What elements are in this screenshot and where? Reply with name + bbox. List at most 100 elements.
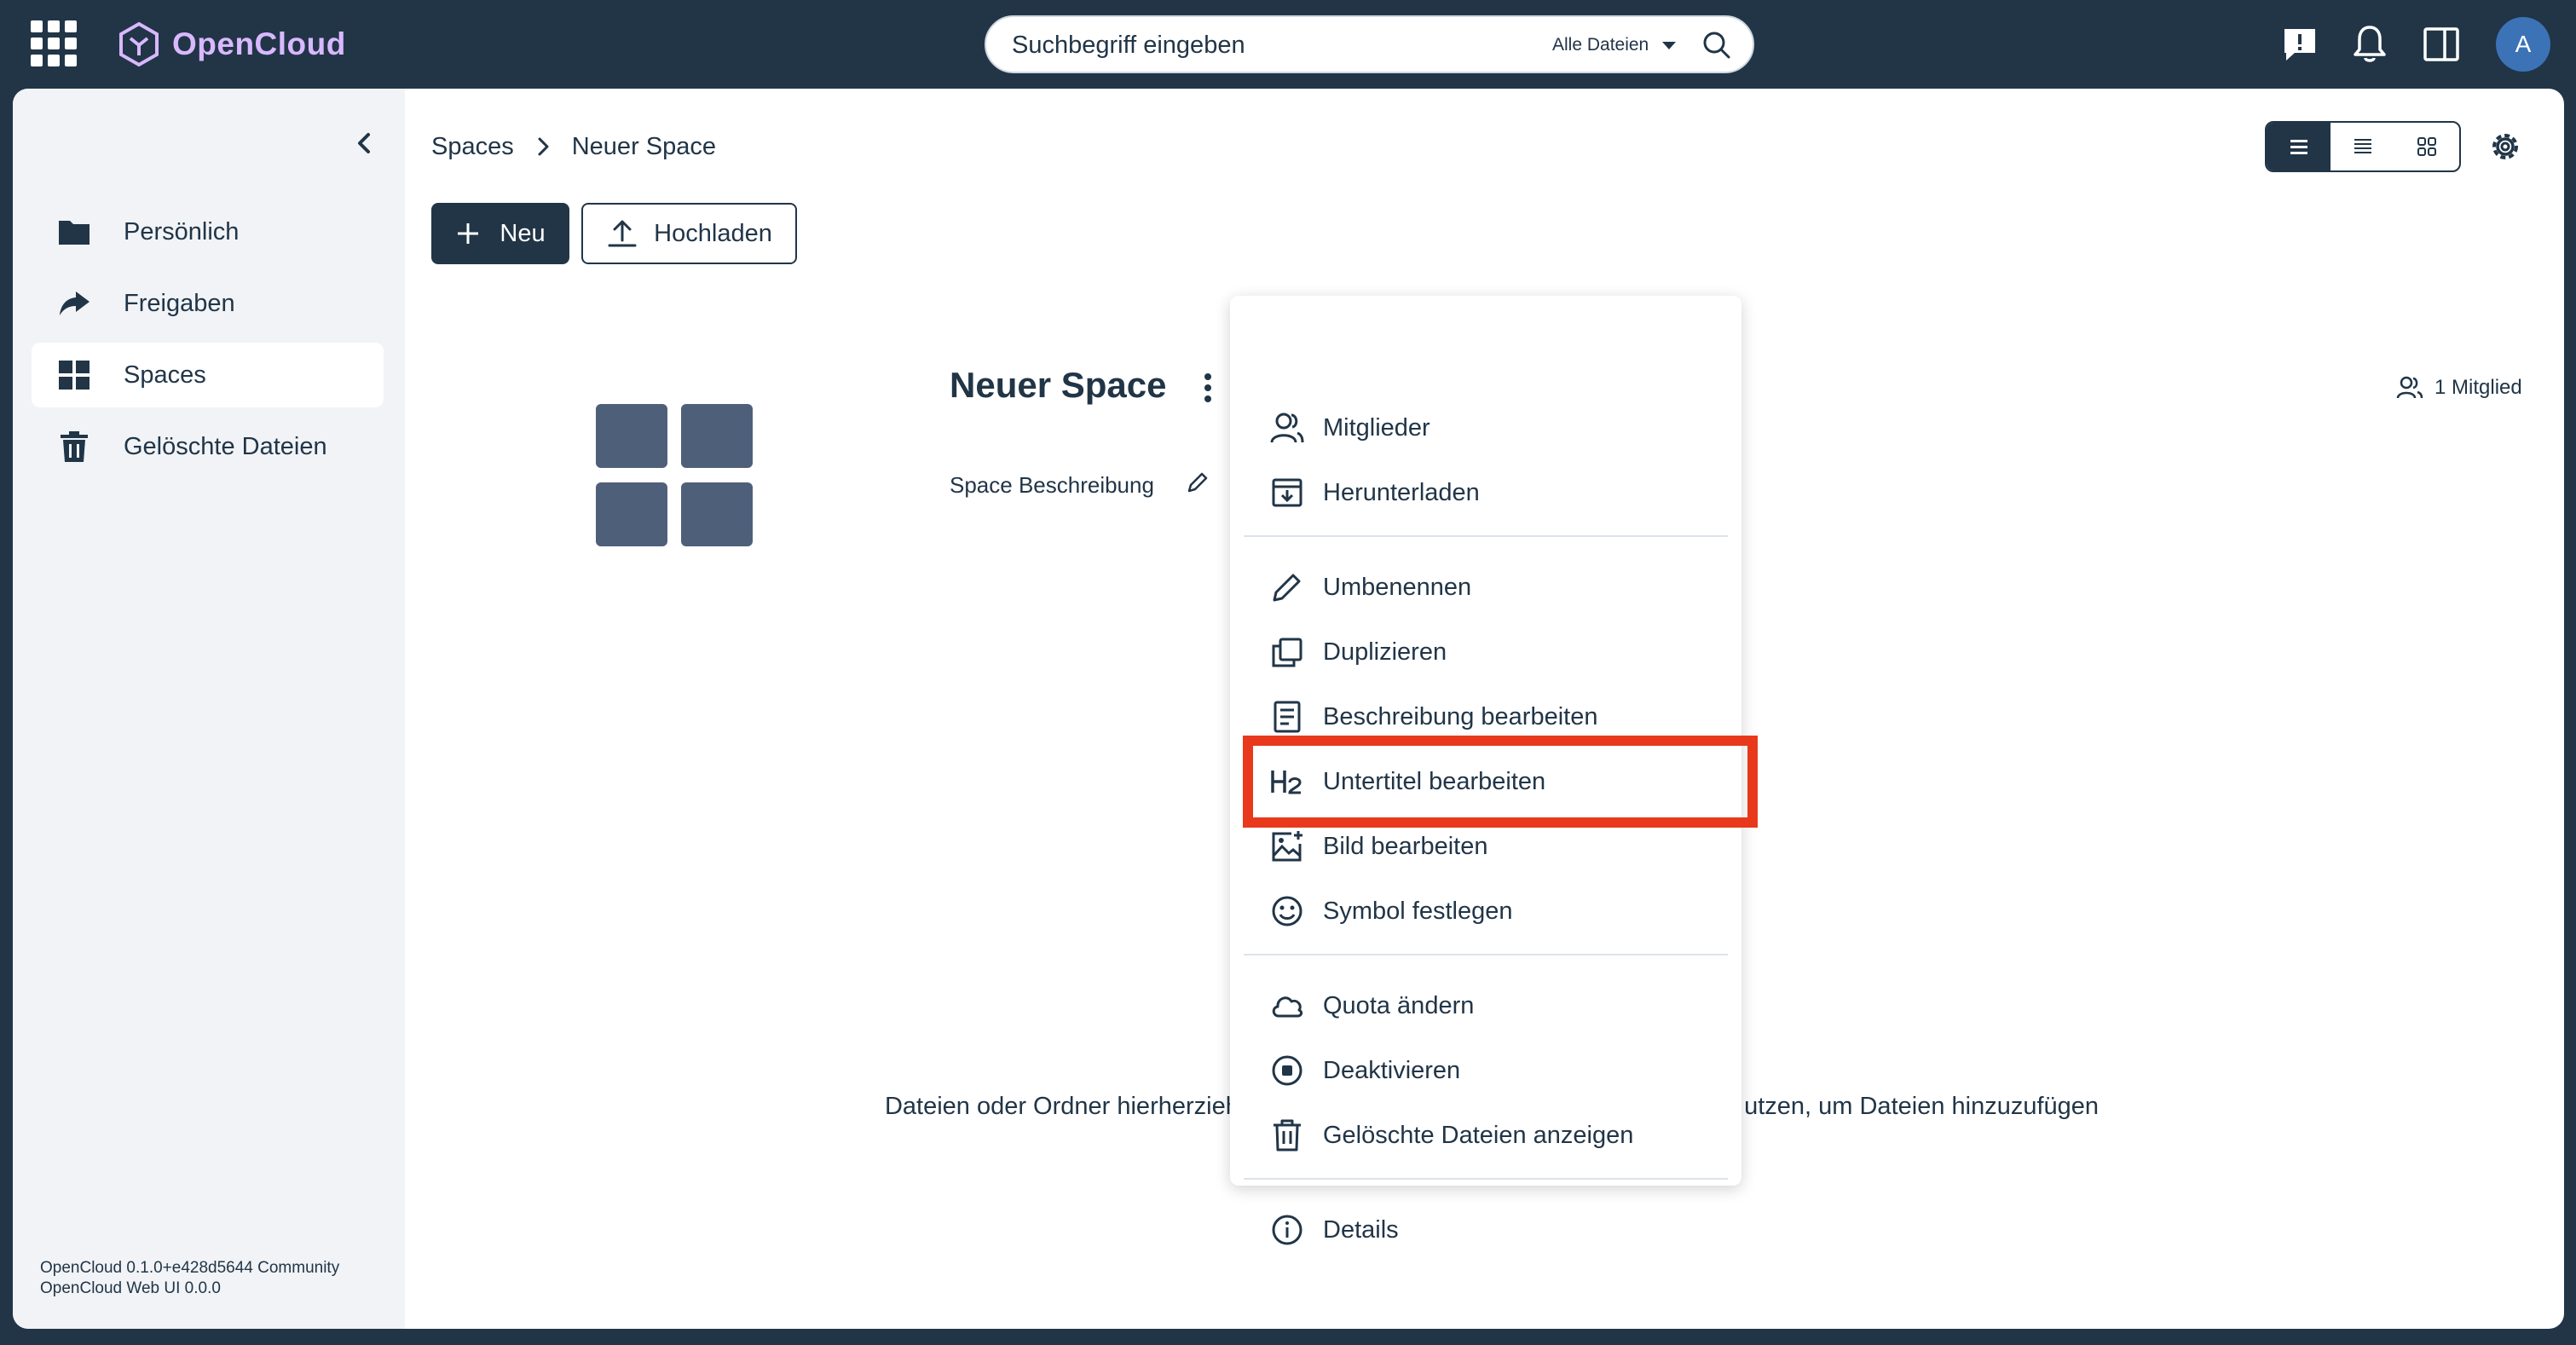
space-context-menu: Mitglieder Herunterladen Umbenennen Dupl… [1230, 296, 1741, 1245]
menu-item-label: Quota ändern [1323, 991, 1475, 1019]
new-button[interactable]: Neu [431, 203, 569, 264]
search-input[interactable] [1012, 26, 1489, 65]
dropzone-text-right: utzen, um Dateien hinzuzufügen [1744, 1093, 2099, 1120]
condensed-list-icon [2354, 139, 2371, 153]
breadcrumb-root[interactable]: Spaces [431, 133, 514, 161]
sidebar-item-freigaben[interactable]: Freigaben [32, 271, 384, 336]
space-description: Space Beschreibung [950, 472, 1154, 498]
new-button-label: Neu [500, 219, 546, 247]
heading-h2-icon [1271, 771, 1302, 794]
sidebar-item-label: Gelöschte Dateien [124, 432, 327, 460]
brand-name: OpenCloud [172, 26, 346, 61]
opencloud-logo-icon [119, 21, 159, 67]
trash-icon [1274, 1119, 1301, 1152]
menu-separator [1244, 954, 1728, 955]
spaces-grid-icon [59, 361, 90, 390]
upload-button[interactable]: Hochladen [581, 203, 797, 264]
menu-separator [1244, 535, 1728, 537]
sidebar-item-geloeschte-dateien[interactable]: Gelöschte Dateien [32, 414, 384, 479]
image-add-icon [1272, 831, 1302, 862]
top-bar: OpenCloud Alle Dateien A [0, 0, 2576, 89]
folder-icon [59, 221, 90, 245]
menu-item-umbenennen[interactable]: Umbenennen [1230, 558, 1741, 616]
gear-icon[interactable] [2486, 128, 2524, 165]
menu-item-label: Herunterladen [1323, 478, 1480, 506]
sidebar-item-label: Persönlich [124, 217, 240, 245]
menu-item-label: Mitglieder [1323, 413, 1430, 442]
menu-item-label: Symbol festlegen [1323, 897, 1513, 925]
menu-item-herunterladen[interactable]: Herunterladen [1230, 464, 1741, 522]
cloud-icon [1272, 996, 1303, 1018]
kebab-menu-icon[interactable] [1199, 373, 1216, 407]
upload-button-label: Hochladen [654, 219, 772, 247]
members-count: 1 Mitglied [2434, 376, 2522, 399]
menu-item-label: Umbenennen [1323, 573, 1472, 601]
menu-item-label: Deaktivieren [1323, 1056, 1461, 1084]
duplicate-icon [1272, 638, 1302, 667]
description-icon [1274, 701, 1301, 733]
list-view-icon [2290, 140, 2307, 154]
view-condensed-button[interactable] [2331, 123, 2394, 170]
menu-item-beschreibung-bearbeiten[interactable]: Beschreibung bearbeiten [1230, 688, 1741, 746]
sidebar-item-persoenlich[interactable]: Persönlich [32, 199, 384, 264]
breadcrumb-current: Neuer Space [571, 132, 717, 160]
menu-item-quota-aendern[interactable]: Quota ändern [1230, 977, 1741, 1035]
collapse-sidebar-icon[interactable] [349, 128, 380, 159]
sidebar-item-label: Spaces [124, 361, 206, 389]
pencil-icon[interactable] [1184, 469, 1211, 496]
trash-icon [61, 431, 88, 462]
download-icon [1272, 478, 1302, 507]
breadcrumb: Spaces Neuer Space [431, 130, 716, 164]
feedback-icon[interactable] [2278, 22, 2322, 66]
stop-circle-icon [1272, 1055, 1302, 1086]
menu-separator [1244, 1178, 1728, 1180]
menu-item-geloeschte-dateien-anzeigen[interactable]: Gelöschte Dateien anzeigen [1230, 1106, 1741, 1164]
sidebar: Persönlich Freigaben Spaces Gelöschte Da… [13, 89, 405, 1329]
tiles-view-icon [2417, 137, 2437, 156]
chevron-right-icon [538, 137, 549, 156]
search-scope-dropdown[interactable]: Alle Dateien [1552, 29, 1677, 61]
search-icon[interactable] [1701, 29, 1733, 61]
plus-icon [458, 223, 479, 244]
view-list-button[interactable] [2267, 123, 2331, 170]
search-scope-label: Alle Dateien [1552, 35, 1649, 55]
menu-item-label: Bild bearbeiten [1323, 832, 1488, 860]
space-title: Neuer Space [950, 365, 1167, 405]
space-image [596, 404, 756, 549]
members-icon [1270, 413, 1304, 443]
menu-item-label: Gelöschte Dateien anzeigen [1323, 1121, 1634, 1149]
info-icon [1272, 1215, 1302, 1245]
brand-logo[interactable]: OpenCloud [118, 20, 346, 68]
menu-item-label: Beschreibung bearbeiten [1323, 702, 1598, 730]
version-line: OpenCloud Web UI 0.0.0 [40, 1279, 221, 1297]
dropzone-text-left: Dateien oder Ordner hierherziehen [884, 1093, 1268, 1120]
members-link[interactable]: 1 Mitglied [2395, 373, 2522, 402]
app-switcher-icon[interactable] [31, 20, 77, 66]
menu-item-details[interactable]: Details [1230, 1201, 1741, 1259]
bell-icon[interactable] [2348, 22, 2392, 66]
menu-item-bild-bearbeiten[interactable]: Bild bearbeiten [1230, 817, 1741, 875]
user-avatar[interactable]: A [2496, 17, 2550, 72]
caret-down-icon [1662, 41, 1677, 49]
menu-item-duplizieren[interactable]: Duplizieren [1230, 623, 1741, 681]
upload-icon [608, 220, 637, 247]
menu-item-deaktivieren[interactable]: Deaktivieren [1230, 1042, 1741, 1100]
view-tiles-button[interactable] [2395, 123, 2459, 170]
sidebar-toggle-icon[interactable] [2419, 22, 2463, 66]
search-bar: Alle Dateien [985, 15, 1754, 73]
menu-item-untertitel-bearbeiten[interactable]: Untertitel bearbeiten [1230, 753, 1741, 811]
menu-item-symbol-festlegen[interactable]: Symbol festlegen [1230, 882, 1741, 940]
menu-item-label: Duplizieren [1323, 638, 1447, 666]
pencil-icon [1273, 574, 1301, 602]
view-mode-toggle [2265, 121, 2461, 172]
sidebar-item-label: Freigaben [124, 289, 235, 317]
version-line: OpenCloud 0.1.0+e428d5644 Community [40, 1259, 340, 1277]
members-icon [2396, 376, 2423, 399]
version-info: OpenCloud 0.1.0+e428d5644 Community Open… [40, 1258, 339, 1299]
sidebar-item-spaces[interactable]: Spaces [32, 343, 384, 407]
share-icon [60, 292, 90, 315]
menu-item-label: Details [1323, 1215, 1399, 1244]
menu-item-mitglieder[interactable]: Mitglieder [1230, 399, 1741, 457]
emoji-icon [1272, 896, 1302, 926]
menu-item-label: Untertitel bearbeiten [1323, 767, 1546, 795]
